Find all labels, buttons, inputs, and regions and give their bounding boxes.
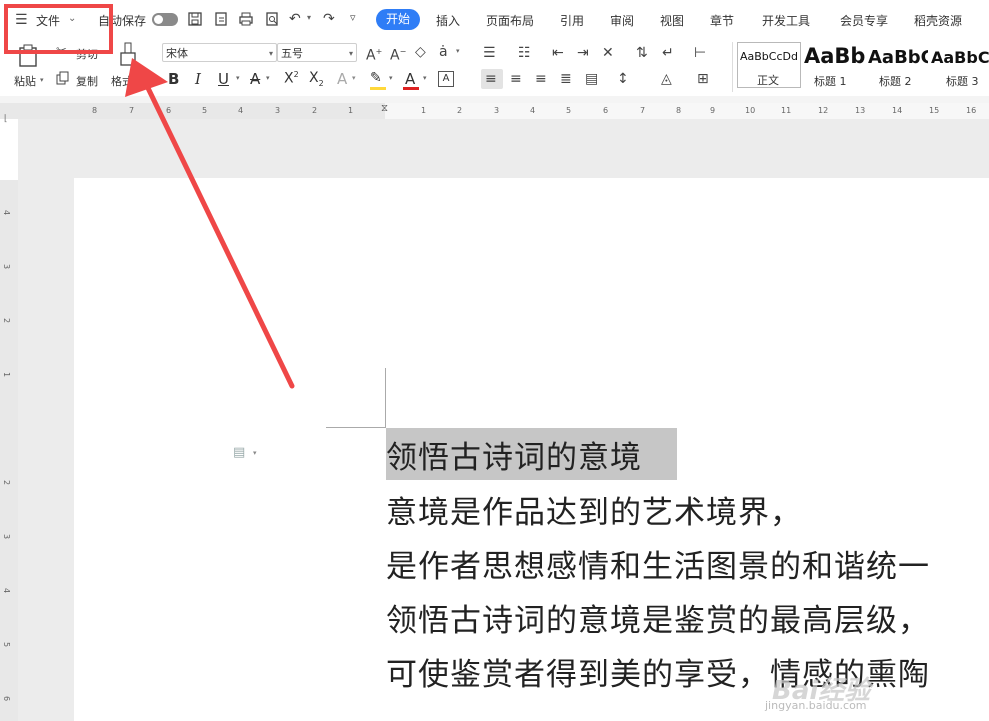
annotation-arrow <box>125 58 295 389</box>
